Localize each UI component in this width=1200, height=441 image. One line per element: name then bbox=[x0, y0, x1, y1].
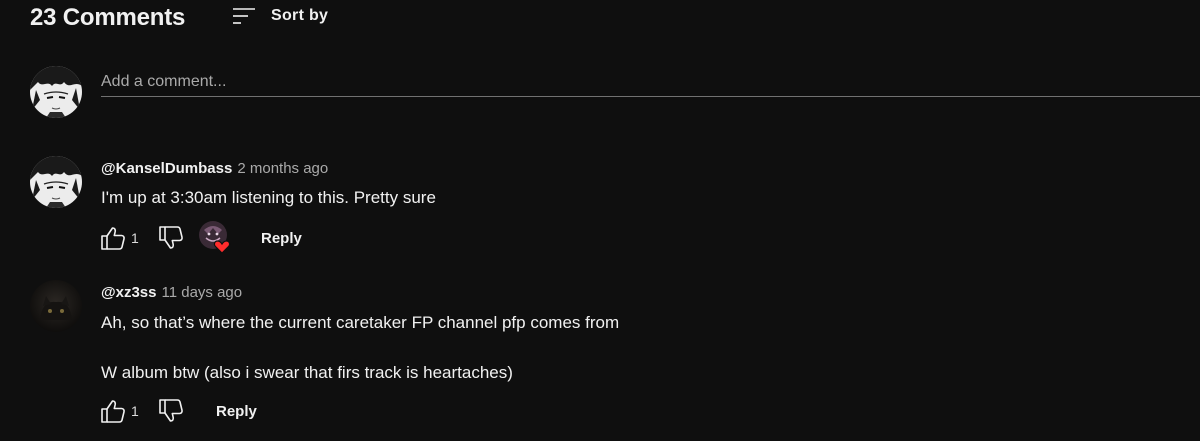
commenter-avatar[interactable] bbox=[30, 156, 82, 208]
like-button[interactable] bbox=[100, 398, 126, 424]
comments-count-title: 23 Comments bbox=[30, 4, 186, 31]
dislike-button[interactable] bbox=[158, 225, 184, 251]
comment-header: @KanselDumbass 2 months ago bbox=[101, 160, 328, 177]
commenter-avatar[interactable] bbox=[30, 280, 82, 332]
sort-by-label: Sort by bbox=[271, 7, 329, 24]
like-count: 1 bbox=[131, 403, 139, 419]
sort-by-button[interactable]: Sort by bbox=[233, 4, 328, 28]
comment-author[interactable]: @xz3ss bbox=[101, 284, 157, 301]
comment-text: I'm up at 3:30am listening to this. Pret… bbox=[101, 188, 436, 207]
reply-button[interactable]: Reply bbox=[261, 230, 302, 247]
comment-text-line-2: W album btw (also i swear that firs trac… bbox=[101, 363, 513, 382]
thumbs-down-icon bbox=[159, 399, 183, 422]
comment-actions: 1 Reply bbox=[100, 398, 500, 426]
add-comment-input[interactable] bbox=[101, 68, 1200, 97]
sort-icon bbox=[233, 6, 255, 26]
comments-header: 23 Comments bbox=[30, 0, 185, 36]
dislike-button[interactable] bbox=[158, 398, 184, 424]
reply-button[interactable]: Reply bbox=[216, 403, 257, 420]
comment-author[interactable]: @KanselDumbass bbox=[101, 160, 232, 177]
comment-timestamp[interactable]: 11 days ago bbox=[162, 284, 243, 301]
creator-heart-icon bbox=[198, 220, 232, 254]
like-count: 1 bbox=[131, 230, 139, 246]
thumbs-up-icon bbox=[101, 227, 125, 250]
like-button[interactable] bbox=[100, 225, 126, 251]
comment-header: @xz3ss 11 days ago bbox=[101, 284, 242, 301]
comment-text-line-1: Ah, so that’s where the current caretake… bbox=[101, 313, 620, 332]
thumbs-down-icon bbox=[159, 226, 183, 249]
current-user-avatar[interactable] bbox=[30, 66, 82, 118]
comment-actions: 1 Reply bbox=[100, 221, 500, 254]
thumbs-up-icon bbox=[101, 400, 125, 423]
comment-timestamp[interactable]: 2 months ago bbox=[237, 160, 328, 177]
